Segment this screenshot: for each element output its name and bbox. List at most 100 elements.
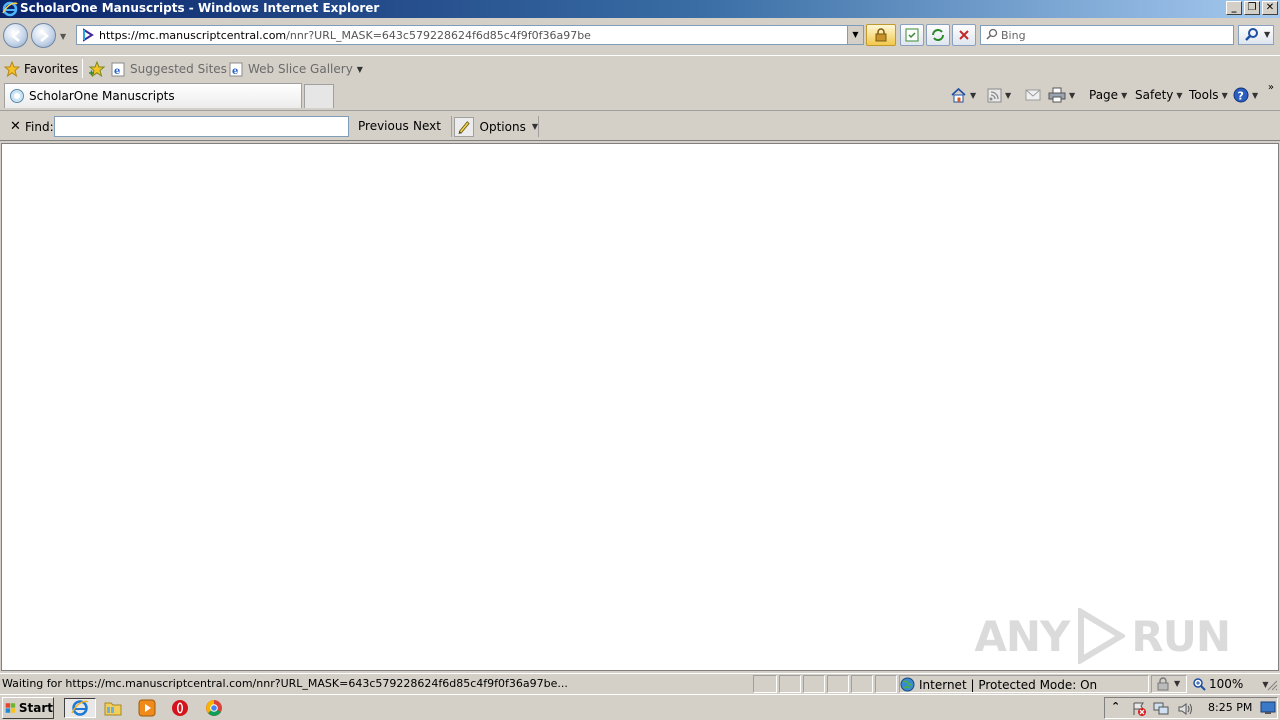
new-tab-button[interactable] (304, 84, 334, 108)
favorites-label: Favorites (24, 62, 79, 76)
search-box[interactable]: Bing (980, 25, 1234, 45)
tab-row: ScholarOne Manuscripts ▼ ▼ ▼ Page ▼ Safe… (0, 80, 1280, 108)
status-pane (851, 675, 873, 693)
windows-logo-icon (5, 703, 16, 713)
mail-icon (1025, 89, 1041, 101)
window-title-bar: ScholarOne Manuscripts - Windows Interne… (0, 0, 1280, 18)
action-center-flag-icon[interactable] (1131, 701, 1147, 717)
page-menu[interactable]: Page ▼ (1089, 86, 1127, 104)
suggested-sites-link[interactable]: e Suggested Sites ▼ (111, 60, 237, 78)
search-button[interactable]: ▼ (1238, 25, 1274, 45)
volume-icon[interactable] (1177, 701, 1193, 717)
status-bar: Waiting for https://mc.manuscriptcentral… (0, 673, 1280, 693)
status-pane (875, 675, 897, 693)
page-content-area[interactable]: ANY RUN (1, 143, 1279, 671)
protected-mode-pane[interactable]: ▼ (1151, 675, 1187, 693)
print-button[interactable]: ▼ (1048, 86, 1075, 104)
taskbar-file-explorer[interactable] (102, 698, 124, 718)
protected-mode-lock-icon (1157, 677, 1169, 691)
restore-button[interactable]: ❐ (1244, 1, 1260, 15)
help-menu[interactable]: ? ▼ (1233, 86, 1258, 104)
safety-menu-label: Safety (1135, 88, 1174, 102)
security-zone[interactable]: Internet | Protected Mode: On (900, 677, 1097, 692)
more-commands-chevron-icon[interactable]: » (1268, 82, 1274, 93)
url-path: /nnr?URL_MASK=643c579228624f6d85c4f9f0f3… (286, 29, 591, 42)
favorites-bar: Favorites e Suggested Sites ▼ e Web Slic… (0, 55, 1280, 80)
svg-text:e: e (114, 66, 120, 77)
media-player-icon (138, 699, 156, 717)
feeds-button[interactable]: ▼ (987, 86, 1011, 104)
find-input[interactable] (54, 116, 349, 137)
taskbar-media-player[interactable] (136, 698, 158, 718)
taskbar-opera[interactable] (169, 698, 191, 718)
address-bar[interactable]: https://mc.manuscriptcentral.com/nnr?URL… (76, 25, 864, 45)
recent-pages-dropdown-icon[interactable]: ▼ (60, 32, 66, 41)
address-url[interactable]: https://mc.manuscriptcentral.com/nnr?URL… (99, 29, 591, 42)
show-desktop-icon[interactable] (1260, 701, 1276, 715)
address-dropdown-icon[interactable]: ▼ (847, 26, 863, 44)
watermark-text-right: RUN (1131, 611, 1231, 661)
show-hidden-icons-icon[interactable]: ⌃ (1111, 700, 1120, 713)
find-options-dropdown-icon: ▼ (531, 122, 538, 131)
taskbar-chrome[interactable] (203, 698, 225, 718)
play-logo-icon (1078, 608, 1126, 664)
page-menu-dropdown-icon: ▼ (1121, 90, 1128, 100)
read-mail-button[interactable] (1025, 86, 1041, 104)
ie-page-icon: e (111, 62, 125, 77)
feeds-dropdown-icon[interactable]: ▼ (1005, 91, 1011, 100)
tab-scholarone[interactable]: ScholarOne Manuscripts (4, 83, 302, 108)
print-dropdown-icon[interactable]: ▼ (1069, 91, 1075, 100)
resize-grip-icon[interactable] (1266, 679, 1278, 691)
close-find-bar-icon[interactable]: ✕ (10, 119, 21, 134)
stop-x-icon (959, 30, 969, 40)
refresh-icon (932, 29, 944, 41)
system-clock[interactable]: 8:25 PM (1208, 701, 1252, 714)
home-button[interactable]: ▼ (950, 86, 976, 104)
back-button[interactable] (3, 23, 28, 48)
find-options-button[interactable]: Options ▼ (451, 116, 539, 137)
find-next-button[interactable]: Next (413, 119, 441, 133)
status-text: Waiting for https://mc.manuscriptcentral… (2, 677, 568, 690)
url-host: https://mc.manuscriptcentral.com (99, 29, 287, 42)
status-pane (827, 675, 849, 693)
forward-button[interactable] (31, 23, 56, 48)
windows-taskbar: Start ⌃ 8:25 PM (0, 694, 1280, 720)
network-icon[interactable] (1153, 701, 1169, 717)
zoom-control[interactable]: 100% ▼ (1192, 677, 1268, 691)
tools-menu[interactable]: Tools ▼ (1189, 86, 1228, 104)
printer-icon (1048, 87, 1066, 103)
web-slice-gallery-label: Web Slice Gallery (248, 62, 353, 76)
anyrun-watermark: ANY RUN (974, 608, 1231, 664)
back-arrow-icon (11, 30, 20, 42)
safety-menu[interactable]: Safety ▼ (1135, 86, 1183, 104)
security-lock-button[interactable] (866, 24, 896, 46)
search-options-dropdown-icon[interactable]: ▼ (1264, 30, 1270, 39)
feeds-icon (987, 88, 1002, 102)
ie-logo-icon (2, 1, 18, 17)
search-placeholder: Bing (1001, 29, 1026, 42)
favorites-star-icon (4, 61, 20, 77)
favorites-button[interactable]: Favorites (4, 60, 78, 78)
taskbar-internet-explorer[interactable] (64, 698, 96, 718)
find-previous-button[interactable]: Previous (358, 119, 409, 133)
home-dropdown-icon[interactable]: ▼ (970, 91, 976, 100)
compatibility-view-button[interactable] (900, 24, 924, 46)
favorites-separator (82, 59, 83, 78)
tools-menu-label: Tools (1189, 88, 1219, 102)
opera-icon (172, 700, 188, 716)
help-icon: ? (1233, 87, 1249, 103)
web-slice-gallery-link[interactable]: e Web Slice Gallery ▼ (229, 60, 363, 78)
suggested-sites-label: Suggested Sites (130, 62, 227, 76)
close-button[interactable]: ✕ (1262, 1, 1278, 15)
site-favicon-icon (83, 28, 94, 42)
stop-button[interactable] (952, 24, 976, 46)
zone-text: Internet | Protected Mode: On (919, 677, 1098, 692)
internet-globe-icon (900, 677, 915, 692)
start-button[interactable]: Start (2, 697, 54, 719)
refresh-button[interactable] (926, 24, 950, 46)
window-title: ScholarOne Manuscripts - Windows Interne… (20, 1, 380, 15)
web-slice-gallery-dropdown-icon[interactable]: ▼ (357, 65, 363, 74)
minimize-button[interactable]: _ (1226, 1, 1242, 15)
status-pane (753, 675, 777, 693)
add-to-favorites-bar-button[interactable] (88, 60, 106, 78)
